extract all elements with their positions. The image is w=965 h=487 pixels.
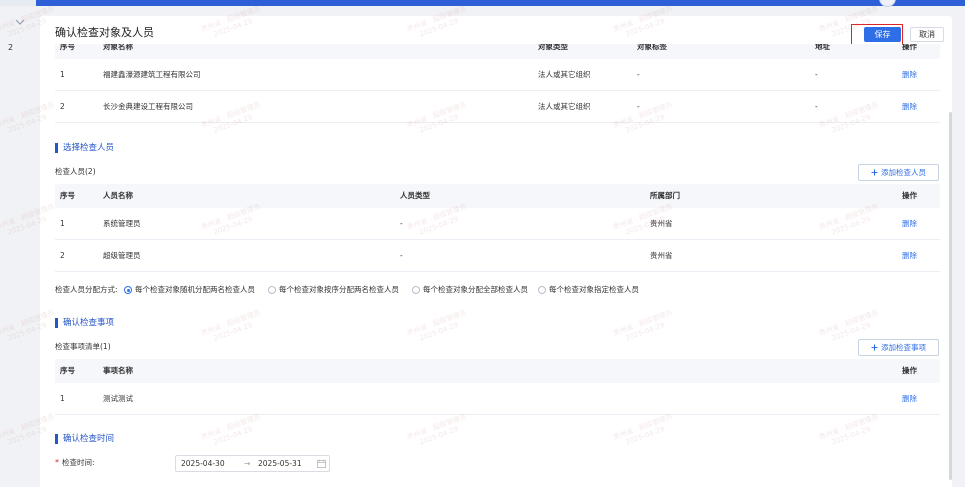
save-button-highlight-box [851,24,903,45]
personnel-table-header: 序号 人员名称 人员类型 所属部门 操作 [55,184,940,208]
radio-icon[interactable] [538,286,546,294]
row-address: - [815,102,818,111]
background-side-column: 2 [0,6,36,487]
table-row: 2 超级管理员 - 贵州省 删除 [55,240,940,272]
radio-label: 每个检查对象随机分配两名检查人员 [135,285,255,294]
col-action: 操作 [902,366,917,375]
row-object-name: 长沙金典建设工程有限公司 [103,102,193,111]
items-count-label: 检查事项清单(1) [55,342,111,351]
radio-label: 每个检查对象指定检查人员 [549,285,639,294]
vertical-scrollbar[interactable] [949,112,952,480]
date-range-picker[interactable]: 2025-04-30 → 2025-05-31 [175,455,330,472]
col-index: 序号 [60,366,75,375]
section-title: 确认检查事项 [63,318,115,328]
delete-link[interactable]: 删除 [902,59,917,90]
confirm-dialog: 确认检查对象及人员 保存 取消 序号 对象名称 对象类型 对象标签 地址 操作 … [40,16,952,487]
items-table: 序号 事项名称 操作 1 测试测试 删除 [55,359,940,415]
section-title: 确认检查时间 [63,434,115,444]
add-item-label: 添加检查事项 [881,343,926,352]
row-index: 1 [60,70,65,79]
delete-link[interactable]: 删除 [902,383,917,414]
row-object-tag: - [637,70,640,79]
top-nav-bar [36,0,965,6]
background-row-number: 2 [8,43,14,52]
section-marker [55,318,58,328]
table-row: 1 测试测试 删除 [55,383,940,415]
row-object-type: 法人或其它组织 [538,70,591,79]
section-marker [55,434,58,444]
table-row: 1 系统管理员 - 贵州省 删除 [55,208,940,240]
personnel-table: 序号 人员名称 人员类型 所属部门 操作 1 系统管理员 - 贵州省 删除 2 … [55,184,940,272]
add-item-button[interactable]: 添加检查事项 [858,339,939,356]
radio-icon[interactable] [412,286,420,294]
delete-link[interactable]: 删除 [902,240,917,271]
col-object-tag: 对象标签 [637,44,667,51]
calendar-icon [317,459,326,468]
row-department: 贵州省 [650,251,673,260]
radio-label: 每个检查对象按序分配两名检查人员 [279,285,399,294]
assign-method-label: 检查人员分配方式: [55,285,118,294]
personnel-count-label: 检查人员(2) [55,167,96,176]
row-item-name: 测试测试 [103,394,133,403]
col-action: 操作 [902,44,917,51]
row-index: 1 [60,394,65,403]
dialog-title: 确认检查对象及人员 [55,26,154,39]
row-person-type: - [400,251,403,260]
row-index: 2 [60,102,65,111]
cancel-button[interactable]: 取消 [910,27,944,42]
col-index: 序号 [60,191,75,200]
chevron-down-icon[interactable] [15,18,25,26]
row-object-name: 福建鑫濠源建筑工程有限公司 [103,70,201,79]
section-title: 选择检查人员 [63,143,115,153]
row-index: 1 [60,219,65,228]
col-person-name: 人员名称 [103,191,133,200]
table-row: 1 福建鑫濠源建筑工程有限公司 法人或其它组织 - - 删除 [55,59,940,91]
items-table-header: 序号 事项名称 操作 [55,359,940,383]
col-department: 所属部门 [650,191,680,200]
row-person-name: 超级管理员 [103,251,141,260]
section-marker [55,143,58,153]
col-person-type: 人员类型 [400,191,430,200]
radio-label: 每个检查对象分配全部检查人员 [423,285,528,294]
row-object-type: 法人或其它组织 [538,102,591,111]
col-item-name: 事项名称 [103,366,133,375]
radio-icon[interactable] [124,286,132,294]
objects-table-header: 序号 对象名称 对象类型 对象标签 地址 操作 [55,44,940,59]
row-object-tag: - [637,102,640,111]
row-person-name: 系统管理员 [103,219,141,228]
objects-table: 序号 对象名称 对象类型 对象标签 地址 操作 1 福建鑫濠源建筑工程有限公司 … [55,44,940,123]
row-person-type: - [400,219,403,228]
col-object-type: 对象类型 [538,44,568,51]
radio-icon[interactable] [268,286,276,294]
inspection-time-label: 检查时间: [62,458,95,467]
date-range-separator: → [244,459,251,468]
required-mark: * [55,458,59,467]
start-date-input[interactable]: 2025-04-30 [181,456,225,471]
delete-link[interactable]: 删除 [902,91,917,122]
delete-link[interactable]: 删除 [902,208,917,239]
plus-icon [871,344,878,350]
col-index: 序号 [60,44,75,51]
row-address: - [815,70,818,79]
add-personnel-label: 添加检查人员 [881,168,926,177]
end-date-input[interactable]: 2025-05-31 [258,456,302,471]
add-personnel-button[interactable]: 添加检查人员 [858,164,939,181]
col-action: 操作 [902,191,917,200]
plus-icon [871,169,878,175]
dialog-scroll-area[interactable]: 序号 对象名称 对象类型 对象标签 地址 操作 1 福建鑫濠源建筑工程有限公司 … [40,44,952,487]
col-address: 地址 [815,44,830,51]
table-row: 2 长沙金典建设工程有限公司 法人或其它组织 - - 删除 [55,91,940,123]
row-index: 2 [60,251,65,260]
row-department: 贵州省 [650,219,673,228]
col-object-name: 对象名称 [103,44,133,51]
